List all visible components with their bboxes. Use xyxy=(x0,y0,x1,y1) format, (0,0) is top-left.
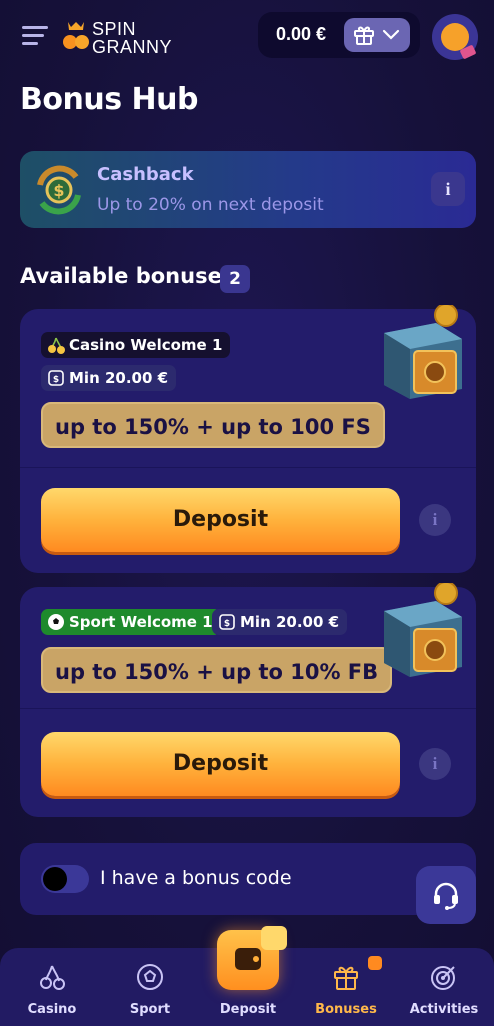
headset-icon xyxy=(434,882,458,910)
cashback-title: Cashback xyxy=(97,164,194,185)
cashback-info-button[interactable]: i xyxy=(431,172,465,206)
safe-icon xyxy=(384,583,462,677)
bonus-code-toggle[interactable] xyxy=(41,865,89,893)
nav-sport[interactable]: Sport xyxy=(110,948,190,1026)
cherry-icon xyxy=(48,337,65,354)
bonus-card-casino: Casino Welcome 1 $ Min 20.00 € up to 150… xyxy=(20,305,476,573)
football-icon xyxy=(48,614,64,630)
nav-activities[interactable]: Activities xyxy=(402,948,486,1026)
page-title: Bonus Hub xyxy=(20,82,198,117)
balance-widget[interactable]: 0.00 € xyxy=(258,12,420,58)
nav-deposit-label: Deposit xyxy=(219,1002,277,1017)
bonus-name: Casino Welcome 1 xyxy=(69,336,223,354)
nav-casino-label: Casino xyxy=(27,1002,77,1017)
support-button[interactable] xyxy=(416,866,476,924)
nav-sport-label: Sport xyxy=(129,1002,171,1017)
min-deposit-badge: $ Min 20.00 € xyxy=(41,365,177,391)
coupon-icon: $ xyxy=(48,370,64,386)
bonus-code-row: I have a bonus code xyxy=(20,843,476,915)
top-header: SPIN GRANNY 0.00 € xyxy=(0,0,494,72)
nav-bonuses-label: Bonuses xyxy=(315,1002,377,1017)
target-icon xyxy=(431,966,455,990)
gift-icon xyxy=(354,26,374,45)
logo-crown-icon xyxy=(63,22,89,49)
bonus-hub-page: SPIN GRANNY 0.00 € Bonus Hub $ Cashback … xyxy=(0,0,494,1026)
gift-dropdown-button[interactable] xyxy=(344,18,410,52)
min-deposit: Min 20.00 € xyxy=(240,613,340,631)
logo[interactable]: SPIN GRANNY xyxy=(62,12,182,56)
min-deposit-badge: $ Min 20.00 € xyxy=(212,609,348,635)
bonus-name-badge: Casino Welcome 1 xyxy=(41,332,231,358)
available-bonuses-heading: Available bonuses xyxy=(20,264,235,288)
bonus-card-sport: Sport Welcome 1 $ Min 20.00 € up to 150%… xyxy=(20,583,476,817)
bonus-offer: up to 150% + up to 100 FS xyxy=(41,402,385,448)
cherry-icon xyxy=(40,965,65,990)
min-deposit: Min 20.00 € xyxy=(69,369,169,387)
bonus-name-badge: Sport Welcome 1 xyxy=(41,609,221,635)
bonus-name: Sport Welcome 1 xyxy=(69,613,213,631)
football-icon xyxy=(137,964,163,990)
notification-dot xyxy=(368,956,382,970)
cashback-subtitle: Up to 20% on next deposit xyxy=(97,195,324,215)
available-bonuses-count: 2 xyxy=(220,265,250,293)
coupon-icon: $ xyxy=(219,614,235,630)
gift-badge-icon xyxy=(261,926,287,950)
svg-text:$: $ xyxy=(53,181,64,200)
balance-value: 0.00 € xyxy=(276,24,327,44)
bonus-offer: up to 150% + up to 10% FB xyxy=(41,647,393,693)
nav-activities-label: Activities xyxy=(409,1002,479,1017)
nav-casino[interactable]: Casino xyxy=(12,948,92,1026)
nav-deposit-button[interactable] xyxy=(217,926,287,990)
deposit-button[interactable]: Deposit xyxy=(41,488,400,552)
svg-text:$: $ xyxy=(224,619,230,629)
safe-icon xyxy=(384,305,462,399)
bonus-info-button[interactable]: i xyxy=(419,504,451,536)
bonus-info-button[interactable]: i xyxy=(419,748,451,780)
deposit-button[interactable]: Deposit xyxy=(41,732,400,796)
avatar[interactable] xyxy=(432,14,478,60)
bonus-code-label: I have a bonus code xyxy=(100,867,292,889)
menu-icon[interactable] xyxy=(22,26,48,46)
gift-icon xyxy=(334,966,358,990)
svg-text:$: $ xyxy=(53,375,59,385)
cashback-card[interactable]: $ Cashback Up to 20% on next deposit i xyxy=(20,151,476,228)
chevron-down-icon xyxy=(382,29,400,40)
logo-line-1: SPIN xyxy=(92,19,137,39)
logo-line-2: GRANNY xyxy=(92,37,173,57)
cashback-coin-icon: $ xyxy=(37,165,81,215)
